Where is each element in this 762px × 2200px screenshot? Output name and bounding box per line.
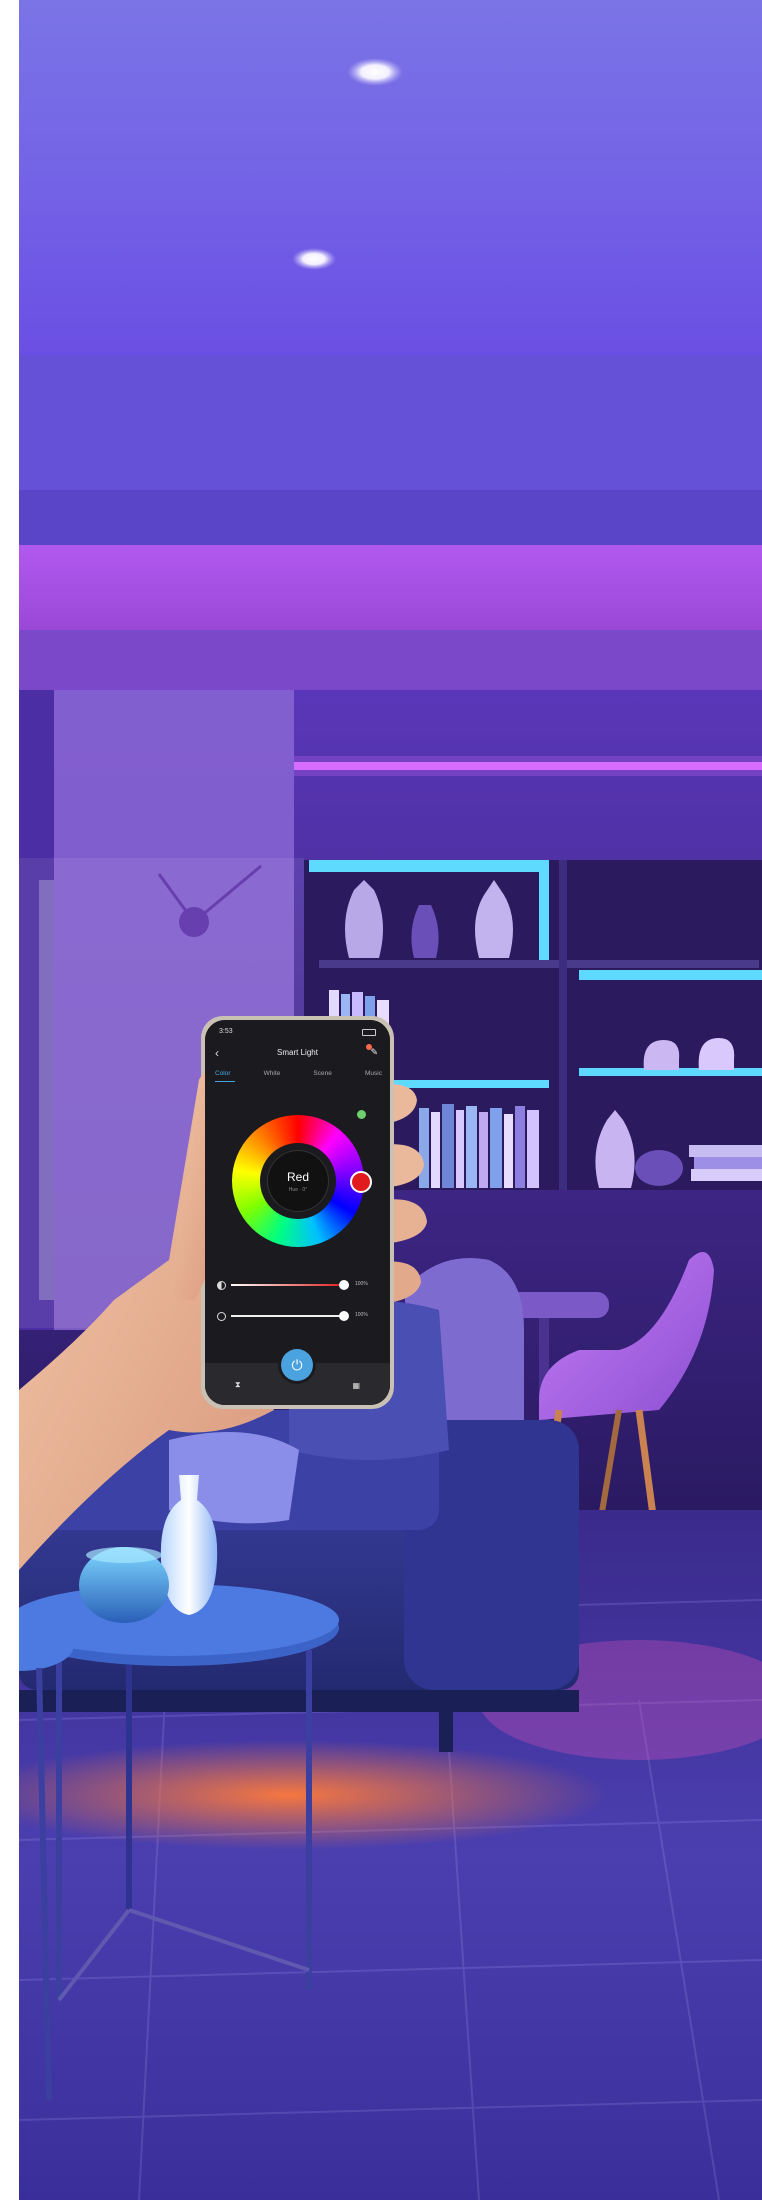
room-illustration (19, 0, 762, 2200)
power-button[interactable]: ⏻ (281, 1349, 313, 1381)
tab-white[interactable]: White (264, 1070, 281, 1077)
ceiling (19, 0, 762, 355)
favorite-dot-icon[interactable] (357, 1110, 366, 1119)
brightness-icon (217, 1281, 226, 1290)
battery-icon (362, 1029, 376, 1036)
saturation-slider[interactable] (231, 1311, 349, 1321)
screen-title: Smart Light (277, 1048, 318, 1057)
timer-icon[interactable]: ⧗ (235, 1380, 241, 1390)
mode-tabs: Color White Scene Music (215, 1070, 382, 1077)
active-tab-underline (215, 1081, 235, 1082)
magenta-led-band (19, 545, 762, 630)
brightness-slider[interactable] (231, 1280, 349, 1290)
ceiling-downlight (292, 248, 336, 270)
brightness-value: 100% (355, 1281, 368, 1287)
tab-music[interactable]: Music (365, 1070, 382, 1077)
color-wheel[interactable]: Red Hue · 0° (232, 1115, 364, 1247)
phone-screen: 3:53 ‹ Smart Light ✎ Color White Scene M… (205, 1020, 390, 1405)
saturation-value: 100% (355, 1312, 368, 1318)
grid-icon[interactable]: ▦ (352, 1381, 360, 1390)
shelf-bowl (635, 1150, 683, 1186)
status-bar: 3:53 (219, 1028, 233, 1035)
tab-color[interactable]: Color (215, 1070, 231, 1077)
tab-scene[interactable]: Scene (313, 1070, 331, 1077)
power-icon: ⏻ (291, 1357, 303, 1373)
ceiling-downlight (347, 58, 403, 86)
saturation-slider-thumb[interactable] (339, 1311, 349, 1321)
notification-dot-icon (366, 1044, 372, 1050)
room-scene (19, 0, 762, 2200)
brightness-slider-thumb[interactable] (339, 1280, 349, 1290)
color-sub: Hue · 0° (288, 1187, 308, 1193)
edit-icon[interactable]: ✎ (370, 1047, 378, 1058)
status-time: 3:53 (219, 1028, 233, 1035)
saturation-icon (217, 1312, 226, 1321)
color-picker-handle[interactable] (350, 1171, 372, 1193)
color-name: Red (286, 1170, 309, 1184)
color-center-swatch: Red Hue · 0° (268, 1151, 328, 1211)
